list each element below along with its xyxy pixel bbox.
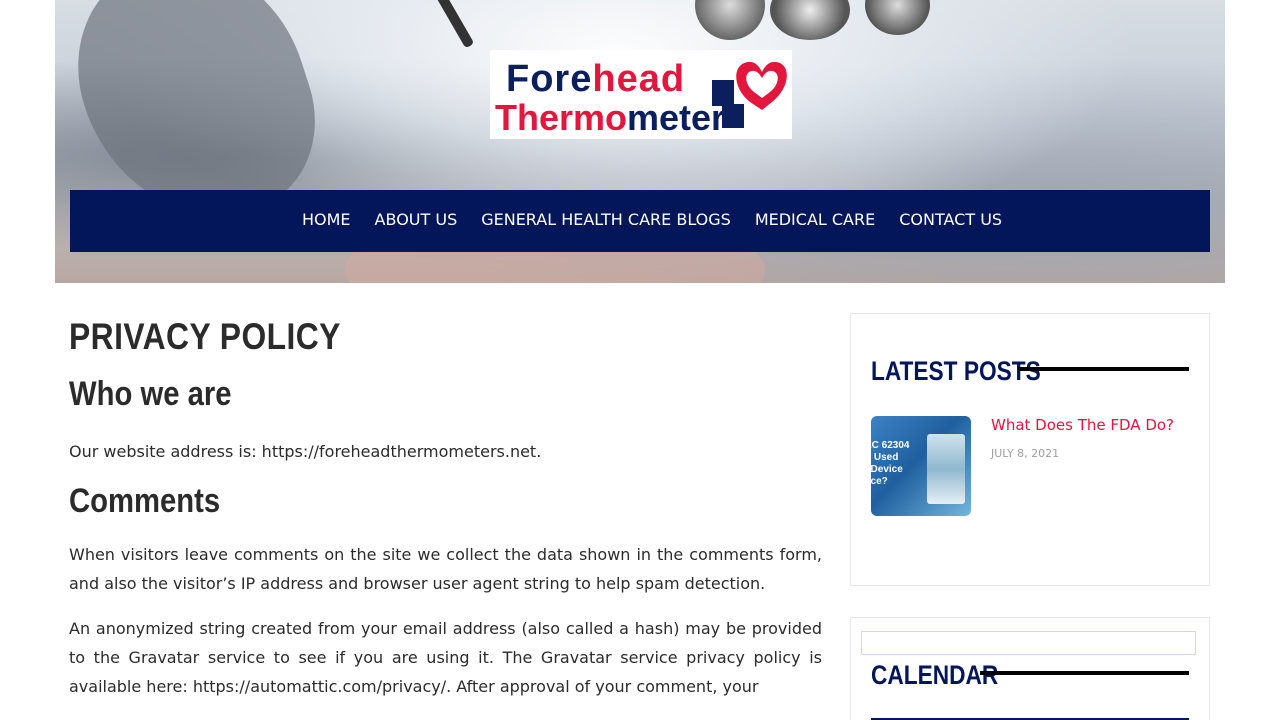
medical-device-image [927, 434, 965, 504]
thumbnail-text: EC 62304lt Usedl Deviceace? [871, 440, 910, 487]
main-content: PRIVACY POLICY Who we are Our website ad… [69, 318, 822, 701]
post-title-link[interactable]: What Does The FDA Do? [991, 416, 1174, 434]
main-navigation: HOME ABOUT US GENERAL HEALTH CARE BLOGS … [70, 190, 1210, 252]
widget-title-row: CALENDAR [871, 660, 1023, 690]
gravatar-paragraph: An anonymized string created from your e… [69, 619, 822, 696]
section-heading-who-we-are: Who we are [69, 375, 232, 413]
nav-item-contact-us[interactable]: CONTACT US [897, 210, 1004, 229]
nav-search-area[interactable] [1010, 190, 1210, 252]
logo-text-part: Fore [506, 58, 593, 100]
site-header: Forehead Thermometer HOME ABOUT US GENER… [55, 0, 1225, 283]
website-address-paragraph: Our website address is: https://forehead… [69, 442, 542, 461]
latest-posts-title: LATEST POSTS [871, 356, 1041, 386]
nav-item-general-health-care-blogs[interactable]: GENERAL HEALTH CARE BLOGS [479, 210, 733, 229]
logo-text-thermometer[interactable]: Thermometer [495, 100, 725, 136]
page-title: PRIVACY POLICY [69, 316, 341, 357]
post-date[interactable]: JULY 8, 2021 [991, 447, 1059, 460]
logo-text-forehead[interactable]: Forehead [506, 60, 685, 98]
site-logo[interactable]: Forehead Thermometer [490, 50, 792, 139]
logo-text-part: head [592, 58, 686, 100]
logo-text-part: Thermo [495, 97, 628, 138]
comments-data-paragraph: When visitors leave comments on the site… [69, 545, 822, 593]
header-background-image [865, 0, 930, 35]
widget-title-row: LATEST POSTS [871, 356, 1073, 386]
heart-logo-icon [712, 61, 787, 128]
header-background-image [435, 0, 475, 49]
logo-text-part: meter [627, 97, 726, 138]
calendar-title: CALENDAR [871, 660, 999, 690]
nav-item-about-us[interactable]: ABOUT US [373, 210, 460, 229]
header-background-image [770, 0, 850, 40]
widget-title-rule [980, 671, 1189, 675]
nav-item-medical-care[interactable]: MEDICAL CARE [753, 210, 877, 229]
calendar-search-field[interactable] [861, 631, 1196, 655]
latest-posts-widget: LATEST POSTS EC 62304lt Usedl Deviceace?… [850, 313, 1210, 586]
widget-title-rule [1018, 367, 1189, 371]
section-heading-comments: Comments [69, 482, 221, 520]
nav-menu: HOME ABOUT US GENERAL HEALTH CARE BLOGS … [300, 210, 1004, 229]
post-thumbnail[interactable]: EC 62304lt Usedl Deviceace? [871, 416, 971, 516]
header-background-image [695, 0, 765, 40]
calendar-widget: CALENDAR [850, 617, 1210, 720]
nav-item-home[interactable]: HOME [300, 210, 353, 229]
